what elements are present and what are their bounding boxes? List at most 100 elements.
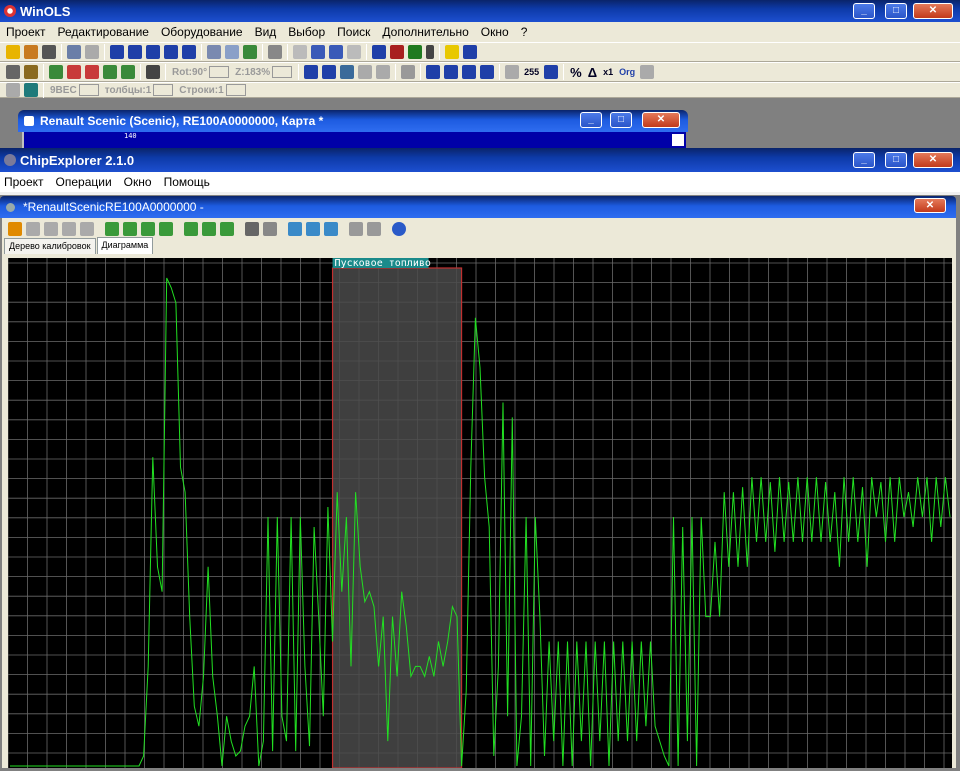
bits-32-icon[interactable] <box>462 65 477 79</box>
maximize-icon[interactable]: □ <box>885 3 907 19</box>
view-icon[interactable] <box>304 65 319 79</box>
menu-item[interactable]: Окно <box>118 175 158 189</box>
diagram-chart[interactable]: Пусковое топливо <box>7 258 952 769</box>
export-bin-icon[interactable] <box>123 222 137 236</box>
tool-icon[interactable] <box>67 65 81 79</box>
menu-item[interactable]: Проект <box>0 175 50 189</box>
tool-icon[interactable] <box>26 222 40 236</box>
menu-item[interactable]: Проект <box>0 25 52 39</box>
last-icon[interactable] <box>182 45 196 59</box>
next-icon[interactable] <box>164 45 178 59</box>
tool-icon[interactable] <box>24 65 38 79</box>
minimize-icon[interactable]: _ <box>853 152 875 168</box>
bits-16-icon[interactable] <box>444 65 459 79</box>
tool-icon[interactable] <box>49 65 63 79</box>
window-icon[interactable] <box>288 222 302 236</box>
tab-diagram[interactable]: Диаграмма <box>96 237 154 254</box>
tool-icon[interactable] <box>24 83 38 97</box>
columns-spinner[interactable]: толбцы:1 <box>105 84 174 96</box>
minimize-icon[interactable]: _ <box>853 3 875 19</box>
tool-icon[interactable] <box>268 45 282 59</box>
close-icon[interactable]: ✕ <box>914 198 946 213</box>
tool-icon[interactable] <box>358 65 373 79</box>
prev-icon[interactable] <box>128 45 142 59</box>
tool-icon[interactable] <box>6 83 20 97</box>
context-help-icon[interactable] <box>463 45 477 59</box>
tool-icon[interactable] <box>44 222 58 236</box>
chart-icon[interactable] <box>349 222 363 236</box>
find-icon[interactable] <box>225 45 239 59</box>
menu-item[interactable]: Поиск <box>331 25 376 39</box>
compare-icon[interactable] <box>245 222 259 236</box>
first-icon[interactable] <box>110 45 124 59</box>
menu-item[interactable]: Вид <box>249 25 283 39</box>
tool-icon[interactable] <box>121 65 135 79</box>
export-ols-icon[interactable] <box>105 222 119 236</box>
right-icon[interactable] <box>347 45 361 59</box>
hex-255-button[interactable]: 255 <box>524 67 539 77</box>
hex-grid-icon[interactable] <box>401 65 416 79</box>
menu-item[interactable]: ? <box>515 25 534 39</box>
dropdown-icon[interactable] <box>426 45 434 59</box>
rotation-spinner[interactable]: Rot:90° <box>172 66 230 78</box>
percent-icon[interactable]: % <box>570 65 582 80</box>
tool-icon[interactable] <box>103 65 117 79</box>
import-dta-icon[interactable] <box>220 222 234 236</box>
import-icon[interactable] <box>184 222 198 236</box>
menu-item[interactable]: Помощь <box>158 175 216 189</box>
tab-calibration-tree[interactable]: Дерево калибровок <box>4 238 96 254</box>
close-icon[interactable]: ✕ <box>642 112 680 128</box>
compare-icon[interactable] <box>263 222 277 236</box>
map-window-titlebar[interactable]: Renault Scenic (Scenic), RE100A0000000, … <box>18 110 688 132</box>
list-icon[interactable] <box>207 45 221 59</box>
view-2d-icon[interactable] <box>372 45 386 59</box>
bits-8-icon[interactable] <box>426 65 441 79</box>
maximize-icon[interactable]: □ <box>885 152 907 168</box>
menu-item[interactable]: Оборудование <box>155 25 249 39</box>
help-icon[interactable] <box>445 45 459 59</box>
window-icon[interactable] <box>306 222 320 236</box>
up-icon[interactable] <box>311 45 325 59</box>
org-compare-icon[interactable] <box>640 65 655 79</box>
map-scroll-up-icon[interactable] <box>672 134 684 146</box>
grid-icon[interactable] <box>146 45 160 59</box>
view-icon[interactable] <box>322 65 337 79</box>
org-button[interactable]: Org <box>619 67 635 77</box>
left-icon[interactable] <box>293 45 307 59</box>
print-icon[interactable] <box>42 45 56 59</box>
import-bin-icon[interactable] <box>202 222 216 236</box>
info-icon[interactable] <box>392 222 406 236</box>
menu-item[interactable]: Редактирование <box>52 25 155 39</box>
delta-icon[interactable]: Δ <box>588 65 597 80</box>
x1-icon[interactable]: x1 <box>603 67 613 77</box>
export-dta-icon[interactable] <box>141 222 155 236</box>
down-icon[interactable] <box>329 45 343 59</box>
maximize-icon[interactable]: □ <box>610 112 632 128</box>
tool-icon[interactable] <box>62 222 76 236</box>
winols-titlebar[interactable]: WinOLS _ □ ✕ <box>0 0 960 22</box>
tool-icon[interactable] <box>146 65 160 79</box>
copy-icon[interactable] <box>67 45 81 59</box>
close-icon[interactable]: ✕ <box>913 152 953 168</box>
close-icon[interactable]: ✕ <box>913 3 953 19</box>
save-icon[interactable] <box>8 222 22 236</box>
document-titlebar[interactable]: *RenaultScenicRE100A0000000 - ✕ <box>0 196 956 218</box>
columns-icon[interactable] <box>367 222 381 236</box>
float-icon[interactable] <box>480 65 495 79</box>
save-icon[interactable] <box>243 45 257 59</box>
rows-spinner[interactable]: Строки:1 <box>179 84 246 96</box>
new-icon[interactable] <box>6 45 20 59</box>
tool-icon[interactable] <box>376 65 391 79</box>
view-3d-icon[interactable] <box>390 45 404 59</box>
wave-icon[interactable] <box>544 65 559 79</box>
address-spinner[interactable]: 9BEC <box>50 84 99 96</box>
open-icon[interactable] <box>24 45 38 59</box>
run-icon[interactable] <box>159 222 173 236</box>
menu-item[interactable]: Операции <box>50 175 118 189</box>
menu-item[interactable]: Дополнительно <box>376 25 474 39</box>
tool-icon[interactable] <box>80 222 94 236</box>
lo-hi-icon[interactable] <box>505 65 520 79</box>
view-text-icon[interactable] <box>408 45 422 59</box>
chipexplorer-titlebar[interactable]: ChipExplorer 2.1.0 _ □ ✕ <box>0 148 960 172</box>
highlight-region[interactable] <box>331 267 463 769</box>
